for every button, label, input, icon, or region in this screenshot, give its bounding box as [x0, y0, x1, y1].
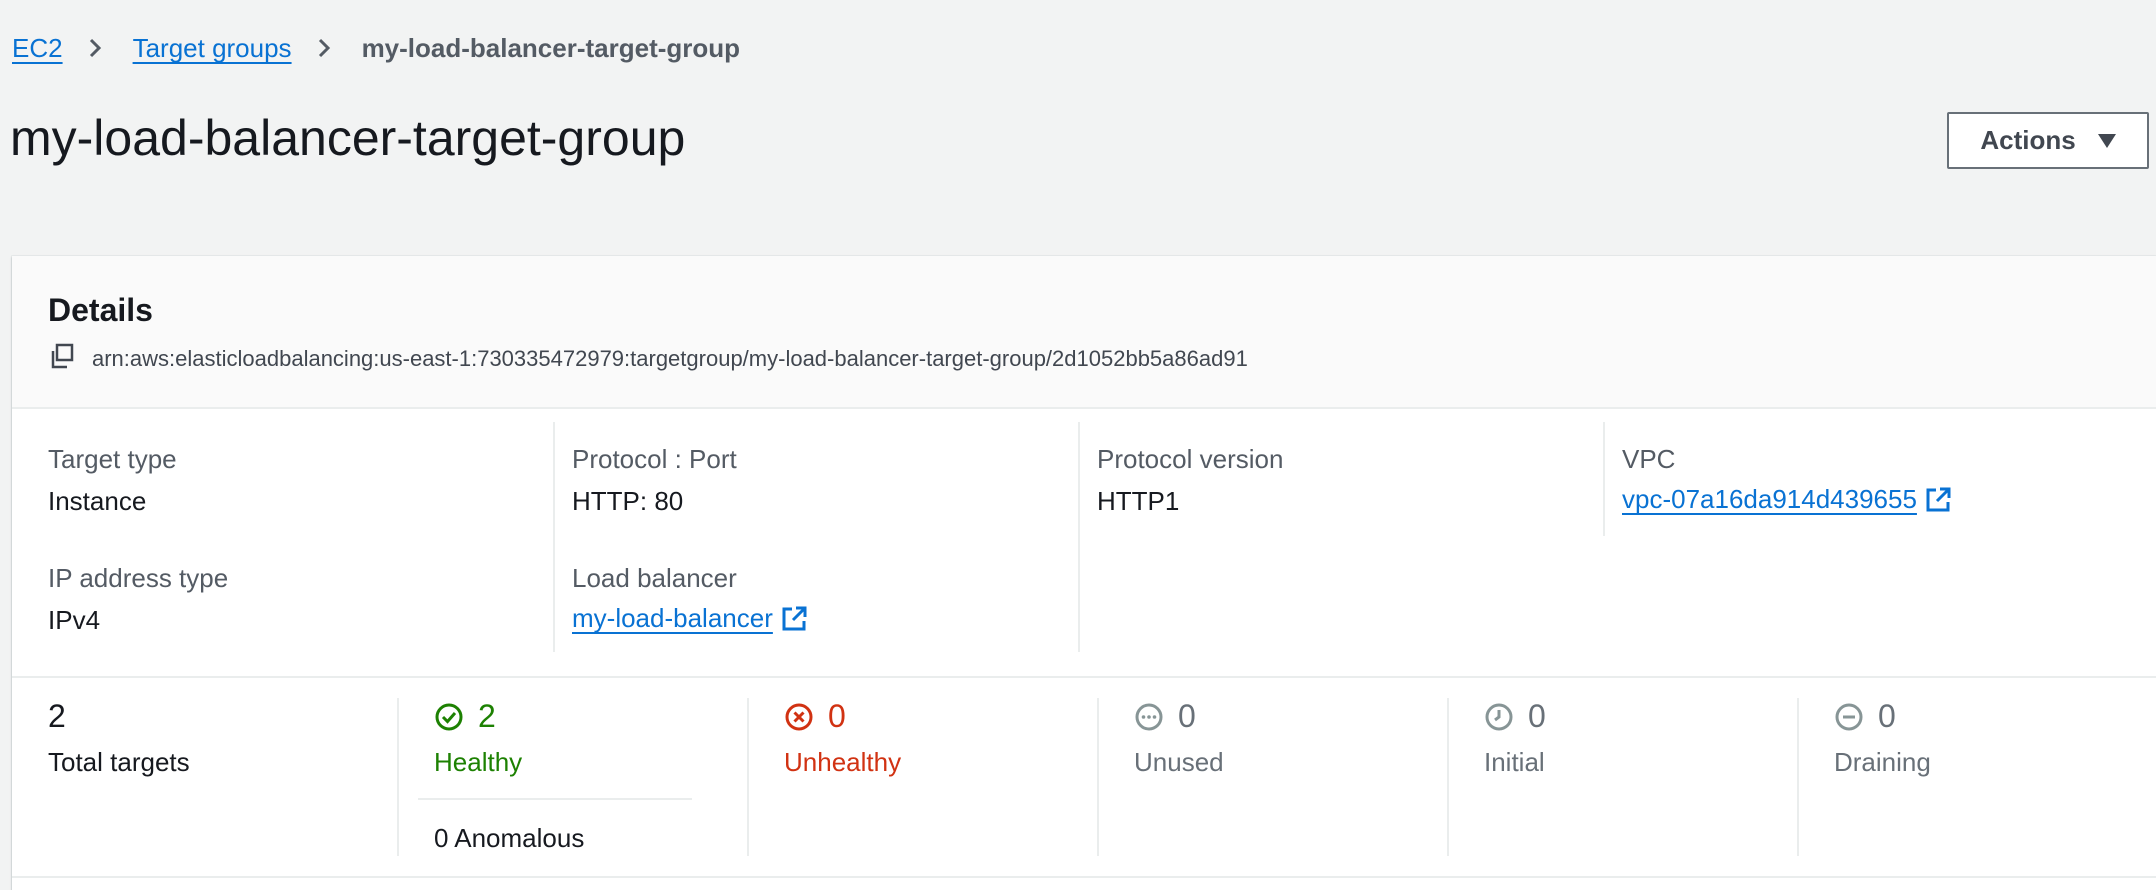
column-divider — [1078, 422, 1080, 652]
status-pending-icon — [1485, 703, 1513, 730]
total-targets-count: 2 — [48, 698, 66, 734]
unhealthy-count[interactable]: 0 — [784, 698, 846, 735]
healthy-count-value: 2 — [478, 698, 496, 734]
column-divider — [1447, 698, 1449, 856]
unused-count[interactable]: 0 — [1134, 698, 1196, 735]
healthy-label: Healthy — [434, 747, 523, 777]
protocol-port-value: HTTP: 80 — [572, 486, 684, 516]
column-divider — [553, 422, 555, 652]
breadcrumb-target-groups-link[interactable]: Target groups — [133, 30, 292, 66]
status-positive-icon — [435, 703, 463, 730]
ip-address-type-value: IPv4 — [48, 605, 101, 635]
protocol-port-label: Protocol : Port — [572, 444, 737, 474]
target-type-label: Target type — [48, 444, 177, 474]
target-type-value: Instance — [48, 486, 147, 516]
vpc-link[interactable]: vpc-07a16da914d439655 — [1622, 484, 1953, 515]
arn-row: arn:aws:elasticloadbalancing:us-east-1:7… — [48, 342, 1248, 375]
healthy-count[interactable]: 2 — [434, 698, 496, 735]
initial-label: Initial — [1484, 747, 1545, 777]
initial-count-value: 0 — [1528, 698, 1546, 734]
external-link-icon — [1926, 487, 1951, 511]
unused-label: Unused — [1134, 747, 1224, 777]
breadcrumb-ec2-link[interactable]: EC2 — [12, 30, 63, 66]
details-title: Details — [48, 292, 153, 328]
draining-count[interactable]: 0 — [1834, 698, 1896, 735]
details-panel: Details arn:aws:elasticloadbalancing:us-… — [12, 256, 2156, 890]
status-negative-icon — [785, 703, 813, 730]
unused-count-value: 0 — [1178, 698, 1196, 734]
copy-icon[interactable] — [48, 342, 92, 375]
breadcrumb: EC2 Target groups my-load-balancer-targe… — [12, 30, 740, 66]
initial-count[interactable]: 0 — [1484, 698, 1546, 735]
protocol-version-value: HTTP1 — [1097, 486, 1180, 516]
load-balancer-link-text: my-load-balancer — [572, 603, 773, 633]
total-targets-label: Total targets — [48, 747, 190, 777]
load-balancer-label: Load balancer — [572, 563, 737, 593]
chevron-right-icon — [314, 38, 334, 58]
column-divider — [747, 698, 749, 856]
vpc-label: VPC — [1622, 444, 1676, 474]
breadcrumb-current: my-load-balancer-target-group — [361, 33, 741, 63]
draining-label: Draining — [1834, 747, 1931, 777]
ip-address-type-label: IP address type — [48, 563, 229, 593]
section-divider — [12, 676, 2156, 678]
arn-text: arn:aws:elasticloadbalancing:us-east-1:7… — [92, 345, 1248, 371]
column-divider — [1797, 698, 1799, 856]
status-stopped-icon — [1135, 703, 1163, 730]
chevron-right-icon — [85, 38, 105, 58]
vpc-link-text: vpc-07a16da914d439655 — [1622, 484, 1917, 514]
unhealthy-count-value: 0 — [828, 698, 846, 734]
actions-button-label: Actions — [1980, 125, 2076, 155]
page-title: my-load-balancer-target-group — [10, 110, 686, 166]
external-link-icon — [782, 606, 807, 630]
column-divider — [1603, 422, 1605, 536]
status-stopping-icon — [1835, 703, 1863, 730]
draining-count-value: 0 — [1878, 698, 1896, 734]
column-divider — [1097, 698, 1099, 856]
unhealthy-label: Unhealthy — [784, 747, 902, 777]
column-divider — [397, 698, 399, 856]
caret-down-icon — [2097, 133, 2116, 148]
section-divider — [12, 876, 2156, 878]
anomalous-count: 0 Anomalous — [434, 823, 585, 853]
anomalous-divider — [418, 798, 692, 800]
load-balancer-link[interactable]: my-load-balancer — [572, 603, 809, 634]
actions-button[interactable]: Actions — [1947, 112, 2149, 169]
page: EC2 Target groups my-load-balancer-targe… — [0, 0, 2156, 890]
protocol-version-label: Protocol version — [1097, 444, 1284, 474]
details-header: Details arn:aws:elasticloadbalancing:us-… — [12, 256, 2156, 409]
